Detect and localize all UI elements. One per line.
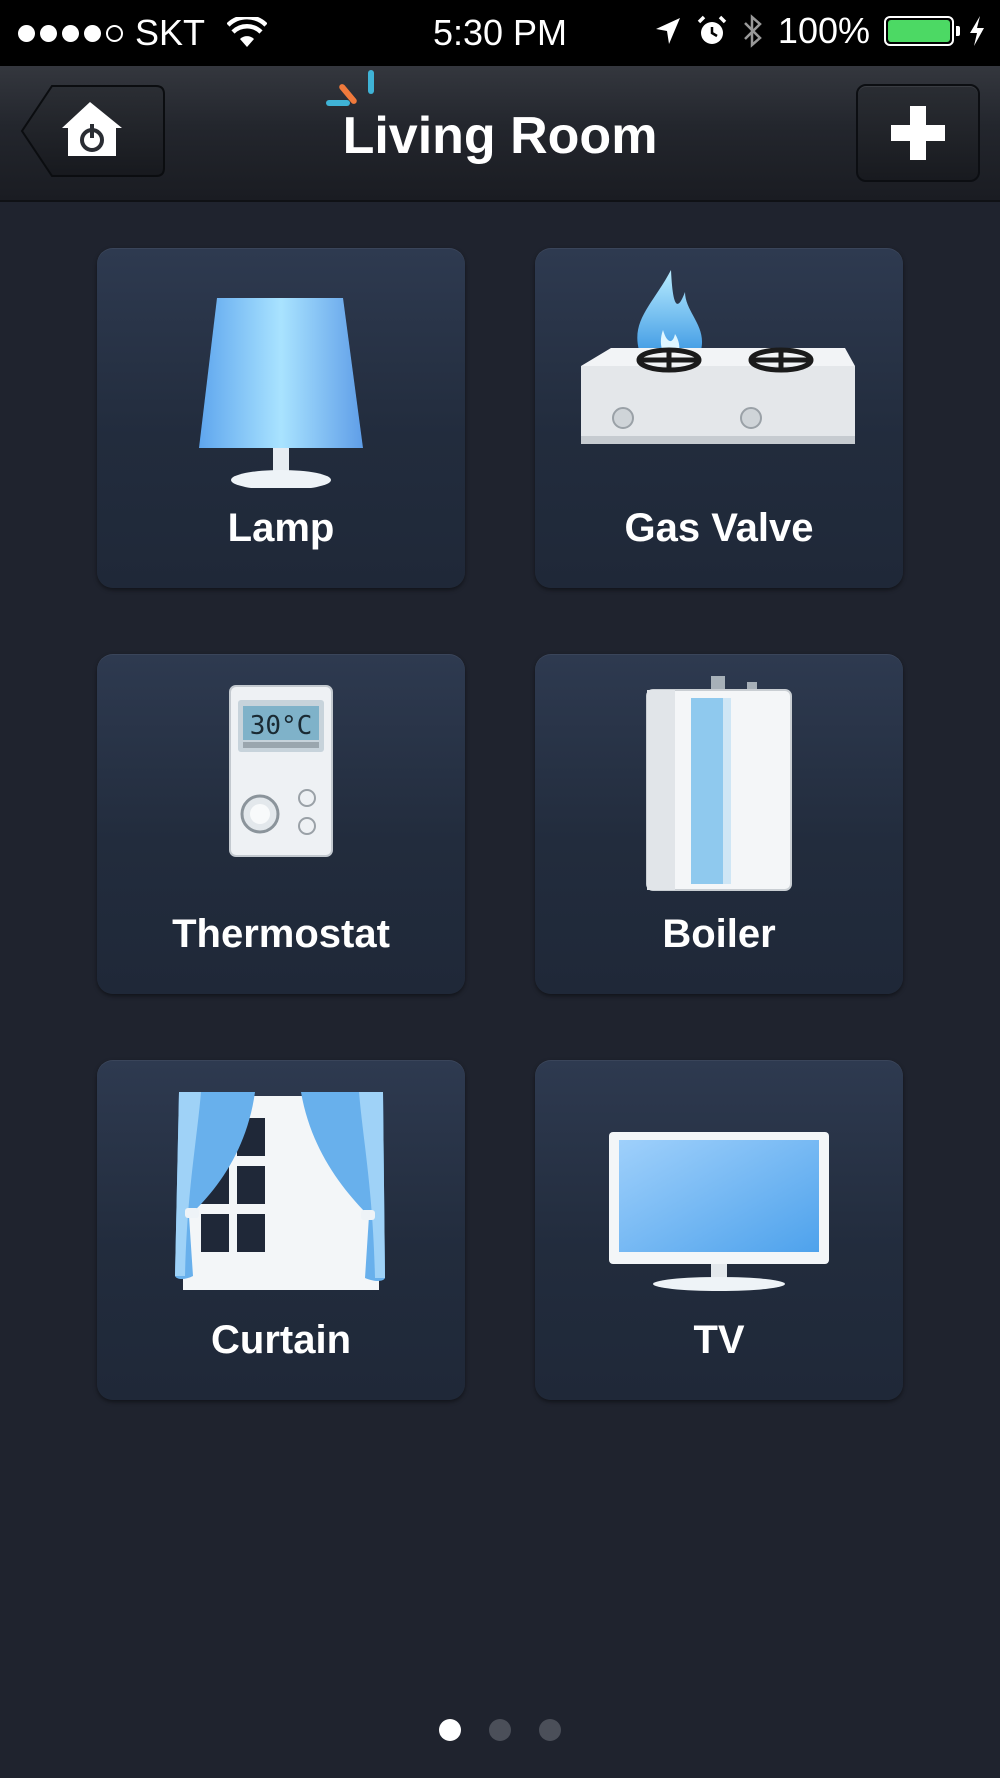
- curtain-icon: [175, 1092, 385, 1290]
- device-tile-thermostat[interactable]: 30°C Thermostat: [97, 654, 465, 994]
- device-tile-curtain[interactable]: Curtain: [97, 1060, 465, 1400]
- location-arrow-icon: [655, 18, 680, 44]
- plus-icon: [891, 106, 945, 160]
- battery-icon: [884, 16, 960, 46]
- charging-bolt-icon: [970, 16, 984, 46]
- boiler-icon: [646, 676, 792, 891]
- navigation-header: Living Room: [0, 66, 1000, 202]
- page-dot-1[interactable]: [439, 1719, 461, 1741]
- page-indicator[interactable]: [0, 1719, 1000, 1741]
- page-title: Living Room: [342, 107, 658, 165]
- add-device-button[interactable]: [856, 84, 980, 182]
- device-tile-gas-valve[interactable]: Gas Valve: [535, 248, 903, 588]
- battery-percent: 100%: [777, 10, 870, 51]
- bluetooth-icon: [744, 14, 762, 48]
- lamp-icon: [199, 298, 363, 488]
- device-label: Lamp: [227, 506, 335, 550]
- status-bar: SKT 5:30 PM 100%: [0, 0, 1000, 66]
- device-tile-lamp[interactable]: Lamp: [97, 248, 465, 588]
- thermostat-icon: 30°C: [229, 685, 333, 857]
- tv-icon: [609, 1132, 829, 1291]
- device-tile-boiler[interactable]: Boiler: [535, 654, 903, 994]
- page-dot-2[interactable]: [489, 1719, 511, 1741]
- device-label: Boiler: [662, 912, 776, 956]
- gas-stove-icon: [581, 270, 855, 444]
- device-label: Gas Valve: [624, 506, 814, 550]
- device-label: Thermostat: [172, 912, 390, 956]
- device-tile-tv[interactable]: TV: [535, 1060, 903, 1400]
- thermostat-display: 30°C: [250, 711, 313, 741]
- device-label: TV: [693, 1318, 745, 1362]
- device-label: Curtain: [211, 1318, 351, 1362]
- page-dot-3[interactable]: [539, 1719, 561, 1741]
- alarm-clock-icon: [697, 15, 727, 44]
